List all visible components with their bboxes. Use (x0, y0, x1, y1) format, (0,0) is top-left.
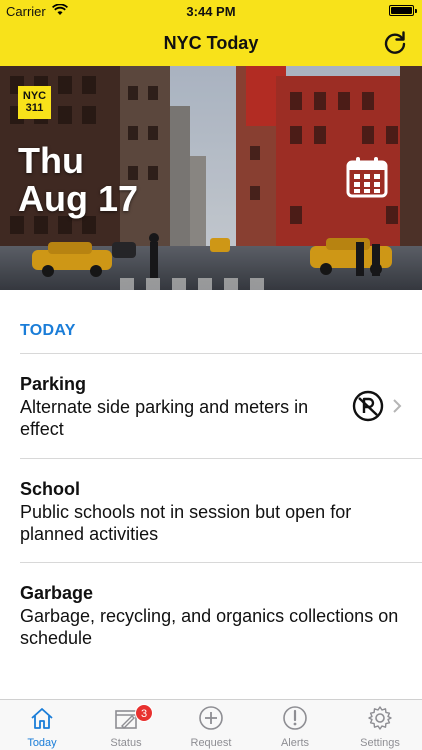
no-parking-icon (352, 390, 384, 422)
item-description: Alternate side parking and meters in eff… (20, 397, 309, 439)
calendar-icon[interactable] (346, 156, 388, 198)
list-item-parking[interactable]: Parking Alternate side parking and meter… (20, 354, 422, 458)
gear-icon (368, 706, 392, 730)
logo-line2: 311 (25, 102, 44, 114)
item-description: Garbage, recycling, and organics collect… (20, 606, 399, 648)
tab-label: Request (190, 737, 232, 749)
item-title: Garbage (20, 583, 94, 603)
tab-label: Today (27, 737, 57, 749)
tab-today[interactable]: Today (0, 700, 84, 750)
chevron-right-icon (393, 399, 402, 413)
list-item-garbage: Garbage Garbage, recycling, and organics… (20, 563, 422, 667)
hero-banner: NYC 311 Thu Aug 17 (0, 66, 422, 290)
plus-circle-icon (199, 706, 223, 730)
app-header: Carrier 3:44 PM NYC Today (0, 0, 422, 66)
date-day: Thu (18, 140, 84, 181)
status-badge: 3 (135, 704, 153, 722)
logo-line1: NYC (22, 90, 47, 102)
tab-label: Settings (360, 737, 400, 749)
section-label-today: TODAY (20, 322, 76, 339)
status-bar: Carrier 3:44 PM (0, 0, 422, 22)
tab-label: Alerts (280, 737, 310, 749)
status-time: 3:44 PM (186, 4, 236, 19)
item-title: Parking (20, 374, 87, 394)
item-description: Public schools not in session but open f… (20, 502, 352, 544)
item-title: School (20, 479, 81, 499)
tab-status[interactable]: 3 Status (84, 700, 168, 750)
battery-icon (389, 5, 417, 16)
tab-bar: Today 3 Status Request Alerts Settings (0, 699, 422, 750)
list-item-school: School Public schools not in session but… (20, 459, 422, 563)
tab-request[interactable]: Request (169, 700, 253, 750)
tab-alerts[interactable]: Alerts (253, 700, 337, 750)
tab-label: Status (110, 737, 142, 749)
alert-icon (283, 706, 307, 730)
nyc311-logo: NYC 311 (18, 86, 51, 119)
refresh-icon[interactable] (382, 30, 408, 56)
page-title: NYC Today (163, 33, 259, 53)
home-icon (31, 708, 53, 729)
date-month-day: Aug 17 (18, 178, 139, 219)
tab-settings[interactable]: Settings (338, 700, 422, 750)
